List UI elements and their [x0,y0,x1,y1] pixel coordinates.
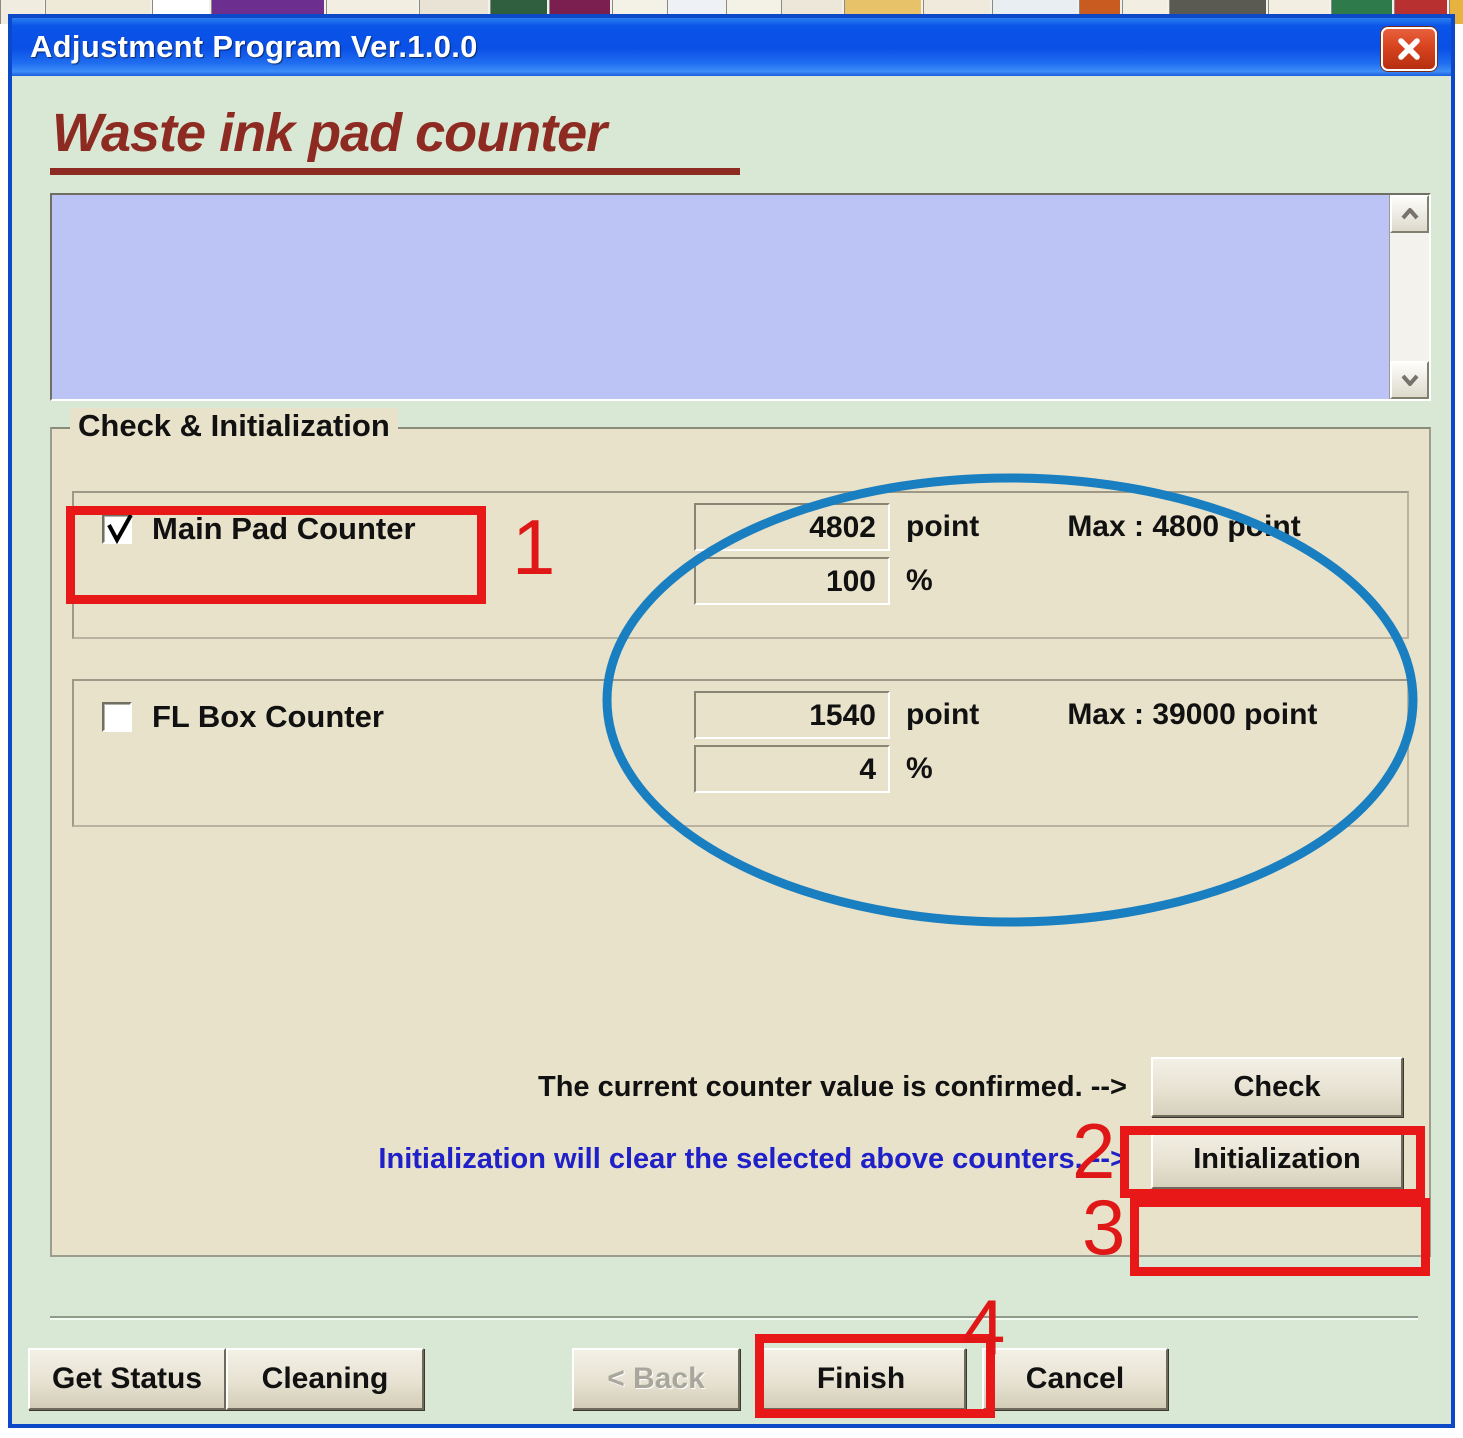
check-message: The current counter value is confirmed. … [538,1070,1127,1103]
main-pad-counter-percent-line: 100 % [694,557,1301,605]
main-pad-counter-percent-field[interactable]: 100 [694,557,890,605]
fl-box-counter-points-field[interactable]: 1540 [694,691,890,739]
main-pad-counter-points-line: 4802 point Max : 4800 point [694,503,1301,551]
fl-box-counter-percent-field[interactable]: 4 [694,745,890,793]
fl-box-counter-max-label: Max : 39000 point [1067,698,1318,731]
client-area: Waste ink pad counter Check & Initializa… [12,76,1451,1424]
fl-box-counter-checkbox-row[interactable]: FL Box Counter [102,699,384,735]
main-pad-counter-checkbox-row[interactable]: Main Pad Counter [102,511,416,547]
group-legend: Check & Initialization [70,408,398,444]
page-title: Waste ink pad counter [52,103,607,163]
log-listbox[interactable] [50,193,1431,401]
finish-button[interactable]: Finish [756,1348,966,1410]
fl-box-counter-points-unit: point [906,698,980,731]
close-icon[interactable] [1381,27,1437,71]
get-status-button[interactable]: Get Status [28,1348,226,1410]
main-pad-counter-values: 4802 point Max : 4800 point 100 % [694,503,1301,611]
main-pad-counter-block: Main Pad Counter 4802 point Max : 4800 p… [72,491,1409,639]
initialization-action-row: Initialization will clear the selected a… [378,1129,1403,1189]
check-button[interactable]: Check [1151,1057,1403,1117]
fl-box-counter-values: 1540 point Max : 39000 point 4 % [694,691,1317,799]
main-pad-counter-points-field[interactable]: 4802 [694,503,890,551]
footer-divider [50,1316,1418,1320]
fl-box-counter-percent-unit: % [906,752,933,785]
fl-box-counter-percent-line: 4 % [694,745,1317,793]
scroll-down-icon[interactable] [1390,361,1429,399]
main-pad-counter-points-unit: point [906,510,980,543]
scroll-up-icon[interactable] [1390,195,1429,233]
log-listbox-text [52,195,1389,399]
check-action-row: The current counter value is confirmed. … [538,1057,1403,1117]
main-pad-counter-max-label: Max : 4800 point [1067,510,1301,543]
fl-box-counter-block: FL Box Counter 1540 point Max : 39000 po… [72,679,1409,827]
main-pad-counter-checkbox[interactable] [102,514,133,545]
main-pad-counter-percent-unit: % [906,564,933,597]
fl-box-counter-checkbox[interactable] [102,702,132,732]
footer-button-bar: Get Status Cleaning < Back Finish Cancel [12,1348,1451,1438]
main-pad-counter-label: Main Pad Counter [152,511,416,546]
check-and-initialization-group: Check & Initialization Main Pad Counter … [50,408,1431,1257]
adjustment-program-window: Adjustment Program Ver.1.0.0 Waste ink p… [8,14,1455,1428]
log-scrollbar[interactable] [1389,195,1429,399]
back-button[interactable]: < Back [572,1348,740,1410]
fl-box-counter-label: FL Box Counter [152,699,384,734]
cancel-button[interactable]: Cancel [982,1348,1168,1410]
cleaning-button[interactable]: Cleaning [226,1348,424,1410]
fl-box-counter-points-line: 1540 point Max : 39000 point [694,691,1317,739]
initialization-button[interactable]: Initialization [1151,1129,1403,1189]
window-title: Adjustment Program Ver.1.0.0 [30,29,478,64]
title-bar: Adjustment Program Ver.1.0.0 [8,14,1455,76]
initialization-message: Initialization will clear the selected a… [378,1142,1127,1175]
page-title-underline [50,168,740,175]
